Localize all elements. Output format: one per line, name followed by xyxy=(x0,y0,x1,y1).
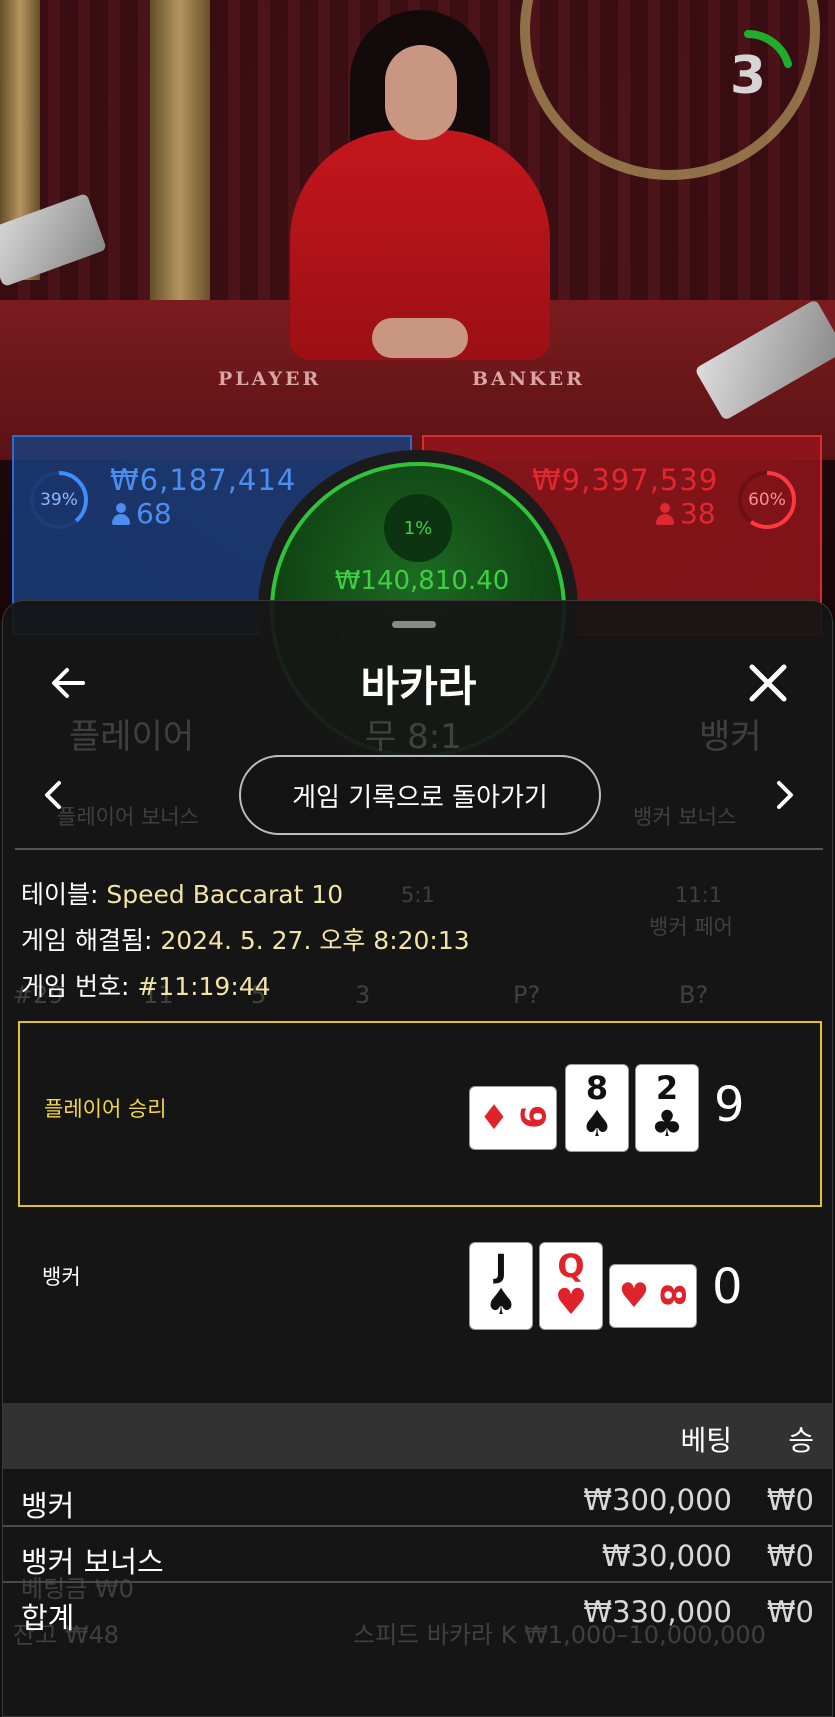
playing-card: 8 ♥ xyxy=(610,1265,696,1327)
banker-percent-ring: 60% xyxy=(736,469,798,531)
table-label-banker: BANKER xyxy=(472,368,585,390)
card-suit: ♠ xyxy=(484,1282,518,1323)
ghost-banker-bonus: 뱅커 보너스 xyxy=(633,805,737,829)
ghost-player-label: 플레이어 xyxy=(69,717,195,757)
banker-bettor-count: 38 xyxy=(656,497,716,530)
table-info-label: 테이블: xyxy=(21,880,99,909)
resolved-info-value: 2024. 5. 27. 오후 8:20:13 xyxy=(160,926,470,955)
player-percent: 39% xyxy=(40,490,78,510)
tie-percent: 1% xyxy=(384,494,452,562)
ghost-t-count: 3 xyxy=(355,981,371,1009)
banker-percent: 60% xyxy=(748,490,786,510)
bet-amount: ₩30,000 xyxy=(601,1539,732,1573)
banker-total-bet: ₩9,397,539 xyxy=(532,463,719,497)
player-result-row: 플레이어 승리 9 ♦ 8 ♠ 2 ♣ 9 xyxy=(18,1021,822,1207)
player-result-label: 플레이어 승리 xyxy=(44,1097,167,1121)
banker-bettor-count-value: 38 xyxy=(680,497,716,530)
playing-card: 2 ♣ xyxy=(636,1065,698,1151)
bet-amount: ₩330,000 xyxy=(583,1595,732,1629)
game-number-value: #11:19:44 xyxy=(137,972,271,1001)
bet-name: 합계 xyxy=(21,1601,75,1635)
player-total-bet: ₩6,187,414 xyxy=(110,463,297,497)
ghost-banker-pair: 뱅커 페어 xyxy=(649,915,733,939)
ghost-p-question: P? xyxy=(513,981,541,1009)
drag-handle[interactable] xyxy=(392,621,436,628)
person-icon xyxy=(656,502,674,525)
bet-amount: ₩300,000 xyxy=(583,1483,732,1517)
table-info-value: Speed Baccarat 10 xyxy=(106,880,344,909)
bet-name: 뱅커 보너스 xyxy=(21,1545,164,1579)
playing-card: J ♠ xyxy=(470,1243,532,1329)
card-rank: Q xyxy=(557,1247,585,1285)
table-label-player: PLAYER xyxy=(218,368,322,390)
card-rank: 8 xyxy=(585,1069,609,1107)
playing-card: 9 ♦ xyxy=(470,1087,556,1149)
person-icon xyxy=(112,502,130,525)
card-rank: 9 xyxy=(512,1105,552,1129)
divider xyxy=(15,848,823,850)
card-suit: ♥ xyxy=(554,1282,588,1323)
ghost-player-bonus: 플레이어 보너스 xyxy=(57,805,199,829)
game-history-panel: 플레이어 무 8:1 뱅커 플레이어 보너스 뱅커 보너스 5:1 11:1 뱅… xyxy=(2,600,833,1717)
panel-title: 바카라 xyxy=(360,662,477,711)
card-suit: ♠ xyxy=(580,1104,614,1145)
countdown-seconds: 3 xyxy=(729,46,767,106)
ghost-payout-5: 5:1 xyxy=(401,883,435,907)
win-amount: ₩0 xyxy=(766,1595,814,1629)
back-to-history-button[interactable]: 게임 기록으로 돌아가기 xyxy=(239,755,601,835)
decorative-pillar xyxy=(150,0,210,300)
resolved-info-label: 게임 해결됨: xyxy=(21,926,153,955)
previous-game-button[interactable] xyxy=(33,771,73,819)
countdown-timer: 3 xyxy=(700,28,796,124)
dealer-hands xyxy=(372,318,468,358)
win-amount: ₩0 xyxy=(766,1539,814,1573)
card-suit: ♦ xyxy=(478,1098,510,1138)
card-rank: 2 xyxy=(655,1069,679,1107)
bets-table-header: 베팅 승 xyxy=(3,1403,832,1469)
banker-result-label: 뱅커 xyxy=(42,1265,81,1289)
ghost-payout-11: 11:1 xyxy=(675,883,723,907)
ghost-banker-label: 뱅커 xyxy=(699,717,762,757)
card-rank: 8 xyxy=(652,1283,692,1307)
banker-result-row: 뱅커 J ♠ Q ♥ 8 ♥ 0 xyxy=(18,1213,822,1399)
bet-row: 뱅커 보너스 ₩30,000 ₩0 xyxy=(3,1527,832,1583)
playing-card: Q ♥ xyxy=(540,1243,602,1329)
close-icon xyxy=(749,664,787,702)
next-game-button[interactable] xyxy=(765,771,805,819)
banker-total: 0 xyxy=(712,1259,743,1315)
bet-total-row: 합계 ₩330,000 ₩0 xyxy=(3,1583,832,1639)
game-number-info: 게임 번호: #11:19:44 xyxy=(21,967,271,1003)
bet-name: 뱅커 xyxy=(21,1489,75,1523)
chevron-right-icon xyxy=(777,781,793,809)
player-percent-ring: 39% xyxy=(28,469,90,531)
resolved-info: 게임 해결됨: 2024. 5. 27. 오후 8:20:13 xyxy=(21,921,470,957)
player-bettor-count: 68 xyxy=(112,497,172,530)
card-suit: ♥ xyxy=(618,1276,650,1316)
game-number-label: 게임 번호: xyxy=(21,972,130,1001)
ghost-tie-label: 무 8:1 xyxy=(365,717,462,757)
win-amount: ₩0 xyxy=(766,1483,814,1517)
player-total: 9 xyxy=(714,1077,745,1133)
bet-row: 뱅커 ₩300,000 ₩0 xyxy=(3,1471,832,1527)
card-suit: ♣ xyxy=(650,1104,684,1145)
dealer-face xyxy=(385,45,457,140)
win-column-header: 승 xyxy=(788,1424,814,1457)
ghost-b-question: B? xyxy=(679,981,709,1009)
close-button[interactable] xyxy=(741,656,795,710)
playing-card: 8 ♠ xyxy=(566,1065,628,1151)
tie-total-bet: ₩140,810.40 xyxy=(334,566,510,596)
bet-column-header: 베팅 xyxy=(680,1424,732,1457)
chevron-left-icon xyxy=(45,781,61,809)
player-bettor-count-value: 68 xyxy=(136,497,172,530)
card-rank: J xyxy=(495,1247,507,1285)
table-info: 테이블: Speed Baccarat 10 xyxy=(21,875,343,911)
